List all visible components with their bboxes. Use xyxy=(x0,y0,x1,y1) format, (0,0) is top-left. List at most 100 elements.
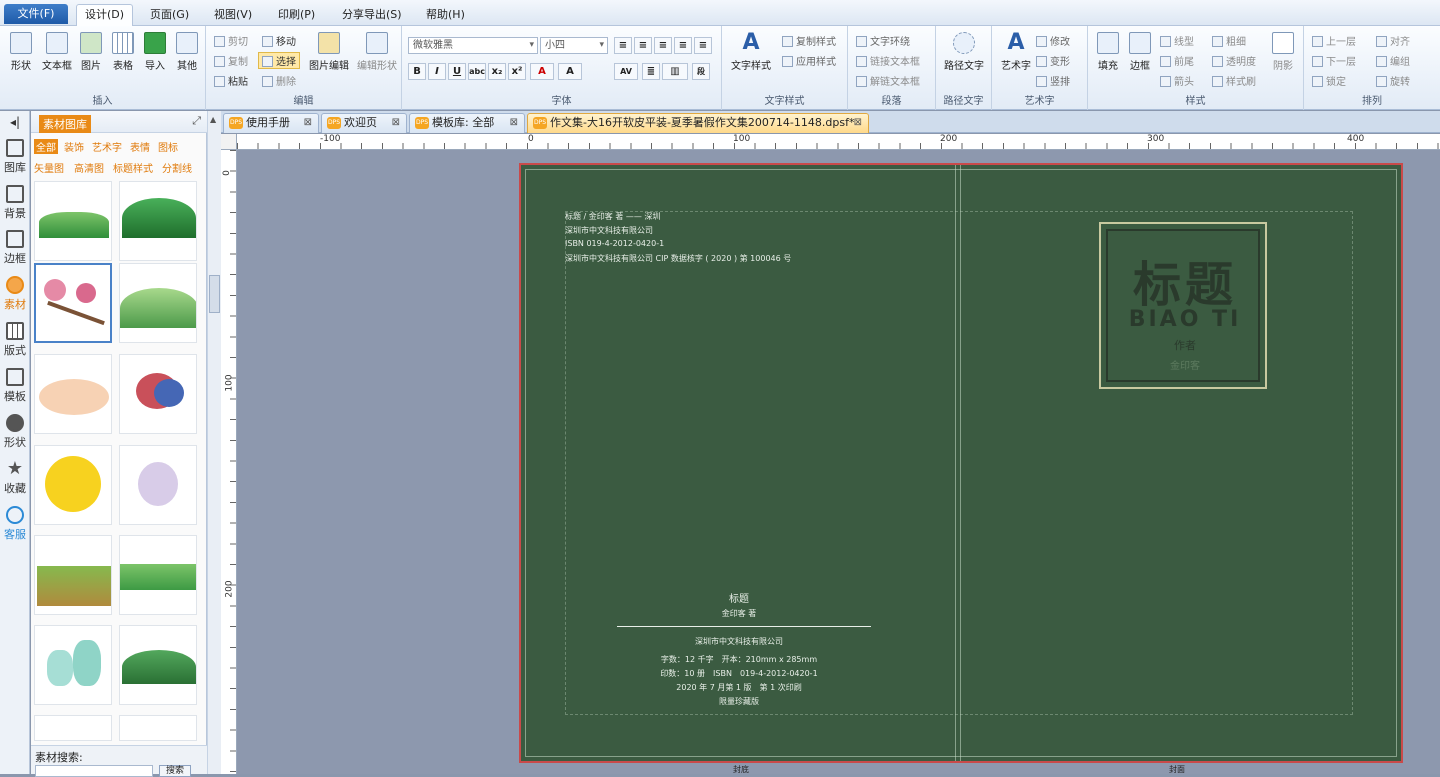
font-color-button[interactable]: A xyxy=(530,63,554,80)
art-transform-button[interactable]: 变形 xyxy=(1036,53,1070,68)
distribute-button[interactable]: ≡ xyxy=(694,37,712,54)
art-vertical-button[interactable]: 竖排 xyxy=(1036,73,1070,88)
select-button[interactable]: 选择 xyxy=(258,52,300,69)
thickness-button[interactable]: 粗细 xyxy=(1212,33,1246,48)
bring-forward-button[interactable]: 上一层 xyxy=(1312,33,1356,48)
sidebar-item-layout[interactable]: 版式 xyxy=(0,322,30,358)
lock-button[interactable]: 锁定 xyxy=(1312,73,1346,88)
menu-share[interactable]: 分享导出(S) xyxy=(334,5,410,25)
material-thumb-hills[interactable] xyxy=(119,263,197,343)
sidebar-item-material[interactable]: 素材 xyxy=(0,276,30,312)
material-thumb-grass[interactable] xyxy=(34,181,112,261)
arrow-button[interactable]: 箭头 xyxy=(1160,73,1194,88)
front-title-pinyin[interactable]: BIAO TI xyxy=(1108,307,1262,332)
front-author-label[interactable]: 作者 xyxy=(1108,337,1262,353)
sidebar-item-support[interactable]: 客服 xyxy=(0,506,30,542)
sidebar-item-gallery[interactable]: 图库 xyxy=(0,139,30,175)
sidebar-item-border[interactable]: 边框 xyxy=(0,230,30,266)
copy-style-button[interactable]: 复制样式 xyxy=(782,33,836,48)
italic-button[interactable]: I xyxy=(428,63,446,80)
back-cip-line-4[interactable]: 深圳市中文科技有限公司 CIP 数据核字 ( 2020 ) 第 100046 号 xyxy=(565,253,791,264)
apply-style-button[interactable]: 应用样式 xyxy=(782,53,836,68)
material-thumb-partial-1[interactable] xyxy=(34,715,112,741)
back-company[interactable]: 深圳市中文科技有限公司 xyxy=(617,636,861,647)
rotate-button[interactable]: 旋转 xyxy=(1376,73,1410,88)
front-title[interactable]: 标题 xyxy=(1108,245,1262,315)
strikethrough-button[interactable]: abc xyxy=(468,63,486,80)
category-title-style[interactable]: 标题样式 xyxy=(113,160,153,175)
front-end-button[interactable]: 前尾 xyxy=(1160,53,1194,68)
line-type-button[interactable]: 线型 xyxy=(1160,33,1194,48)
expand-panel-icon[interactable]: ⤢ xyxy=(192,114,201,128)
table-button[interactable]: 表格 xyxy=(108,30,138,72)
delete-button[interactable]: 删除 xyxy=(262,73,296,88)
edit-shape-button[interactable]: 编辑形状 xyxy=(354,30,400,72)
char-spacing-button[interactable]: AV xyxy=(614,63,638,80)
front-author-name[interactable]: 金印客 xyxy=(1108,357,1262,372)
material-search-input[interactable] xyxy=(35,765,153,777)
horizontal-ruler[interactable]: -100 0 100 200 300 400 xyxy=(237,134,1440,150)
back-cip-line-3[interactable]: ISBN 019-4-2012-0420-1 xyxy=(565,239,664,248)
tab-manual[interactable]: DPS 使用手册 ⊠ xyxy=(223,113,319,133)
back-cip-line-2[interactable]: 深圳市中文科技有限公司 xyxy=(565,225,653,236)
category-icon[interactable]: 图标 xyxy=(158,139,178,154)
close-tab-icon[interactable]: ⊠ xyxy=(510,114,518,132)
menu-file[interactable]: 文件(F) xyxy=(4,4,68,24)
sidebar-item-favorites[interactable]: ★ 收藏 xyxy=(0,460,30,496)
line-spacing-button[interactable]: ≣ xyxy=(642,63,660,80)
import-button[interactable]: 导入 xyxy=(140,30,170,72)
underline-button[interactable]: U xyxy=(448,63,466,80)
other-button[interactable]: 其他 xyxy=(172,30,202,72)
path-text-button[interactable]: 路径文字 xyxy=(940,30,988,72)
tab-template-library[interactable]: DPS 模板库: 全部 ⊠ xyxy=(409,113,525,133)
image-button[interactable]: 图片 xyxy=(76,30,106,72)
back-info-4[interactable]: 限量珍藏版 xyxy=(617,696,861,707)
material-thumb-village[interactable] xyxy=(34,535,112,615)
back-info-2[interactable]: 印数：10 册 ISBN 019-4-2012-0420-1 xyxy=(617,668,861,679)
panel-scrollbar[interactable]: ▲ xyxy=(207,111,221,774)
group-button[interactable]: 编组 xyxy=(1376,53,1410,68)
material-thumb-flowers[interactable] xyxy=(119,445,197,525)
close-tab-icon[interactable]: ⊠ xyxy=(304,114,312,132)
back-author[interactable]: 金印客 著 xyxy=(617,608,861,619)
shadow-button[interactable]: 阴影 xyxy=(1268,30,1298,72)
category-art-text[interactable]: 艺术字 xyxy=(92,139,122,154)
scroll-up-icon[interactable]: ▲ xyxy=(210,115,216,124)
justify-button[interactable]: ≡ xyxy=(674,37,692,54)
menu-help[interactable]: 帮助(H) xyxy=(418,5,473,25)
material-thumb-cloud[interactable] xyxy=(34,354,112,434)
tab-welcome[interactable]: DPS 欢迎页 ⊠ xyxy=(321,113,407,133)
front-title-frame[interactable]: 标题 BIAO TI 作者 金印客 xyxy=(1099,222,1267,389)
link-textbox-button[interactable]: 链接文本框 xyxy=(856,53,920,68)
menu-page[interactable]: 页面(G) xyxy=(142,5,197,25)
cut-button[interactable]: 剪切 xyxy=(214,33,248,48)
material-search-button[interactable]: 搜索 xyxy=(159,765,191,777)
image-edit-button[interactable]: 图片编辑 xyxy=(306,30,352,72)
back-info-3[interactable]: 2020 年 7 月第 1 版 第 1 次印刷 xyxy=(617,682,861,693)
sidebar-item-background[interactable]: 背景 xyxy=(0,185,30,221)
category-vector[interactable]: 矢量图 xyxy=(34,160,64,175)
material-thumb-leaves[interactable] xyxy=(119,181,197,261)
font-size-select[interactable]: 小四 xyxy=(540,37,608,54)
font-family-select[interactable]: 微软雅黑 xyxy=(408,37,538,54)
sidebar-item-template[interactable]: 模板 xyxy=(0,368,30,404)
opacity-button[interactable]: 透明度 xyxy=(1212,53,1256,68)
art-text-button[interactable]: A 艺术字 xyxy=(996,30,1036,73)
back-cip-line-1[interactable]: 标题 / 金印客 著 —— 深圳 xyxy=(565,211,660,222)
sidebar-item-shape[interactable]: 形状 xyxy=(0,414,30,450)
move-button[interactable]: 移动 xyxy=(262,33,296,48)
textbox-button[interactable]: 文本框 xyxy=(40,30,74,72)
material-thumb-yarn[interactable] xyxy=(119,354,197,434)
category-all[interactable]: 全部 xyxy=(34,139,58,154)
align-button[interactable]: 对齐 xyxy=(1376,33,1410,48)
copy-button[interactable]: 复制 xyxy=(214,53,248,68)
material-thumb-emoji[interactable] xyxy=(34,445,112,525)
subscript-button[interactable]: x₂ xyxy=(488,63,506,80)
text-style-button[interactable]: A 文字样式 xyxy=(728,30,774,73)
material-thumb-plants[interactable] xyxy=(119,625,197,705)
paste-button[interactable]: 粘贴 xyxy=(214,73,248,88)
back-info-1[interactable]: 字数：12 千字 开本：210mm x 285mm xyxy=(617,654,861,665)
menu-view[interactable]: 视图(V) xyxy=(206,5,260,25)
material-thumb-magnolia[interactable] xyxy=(34,263,112,343)
back-divider[interactable] xyxy=(617,626,871,627)
